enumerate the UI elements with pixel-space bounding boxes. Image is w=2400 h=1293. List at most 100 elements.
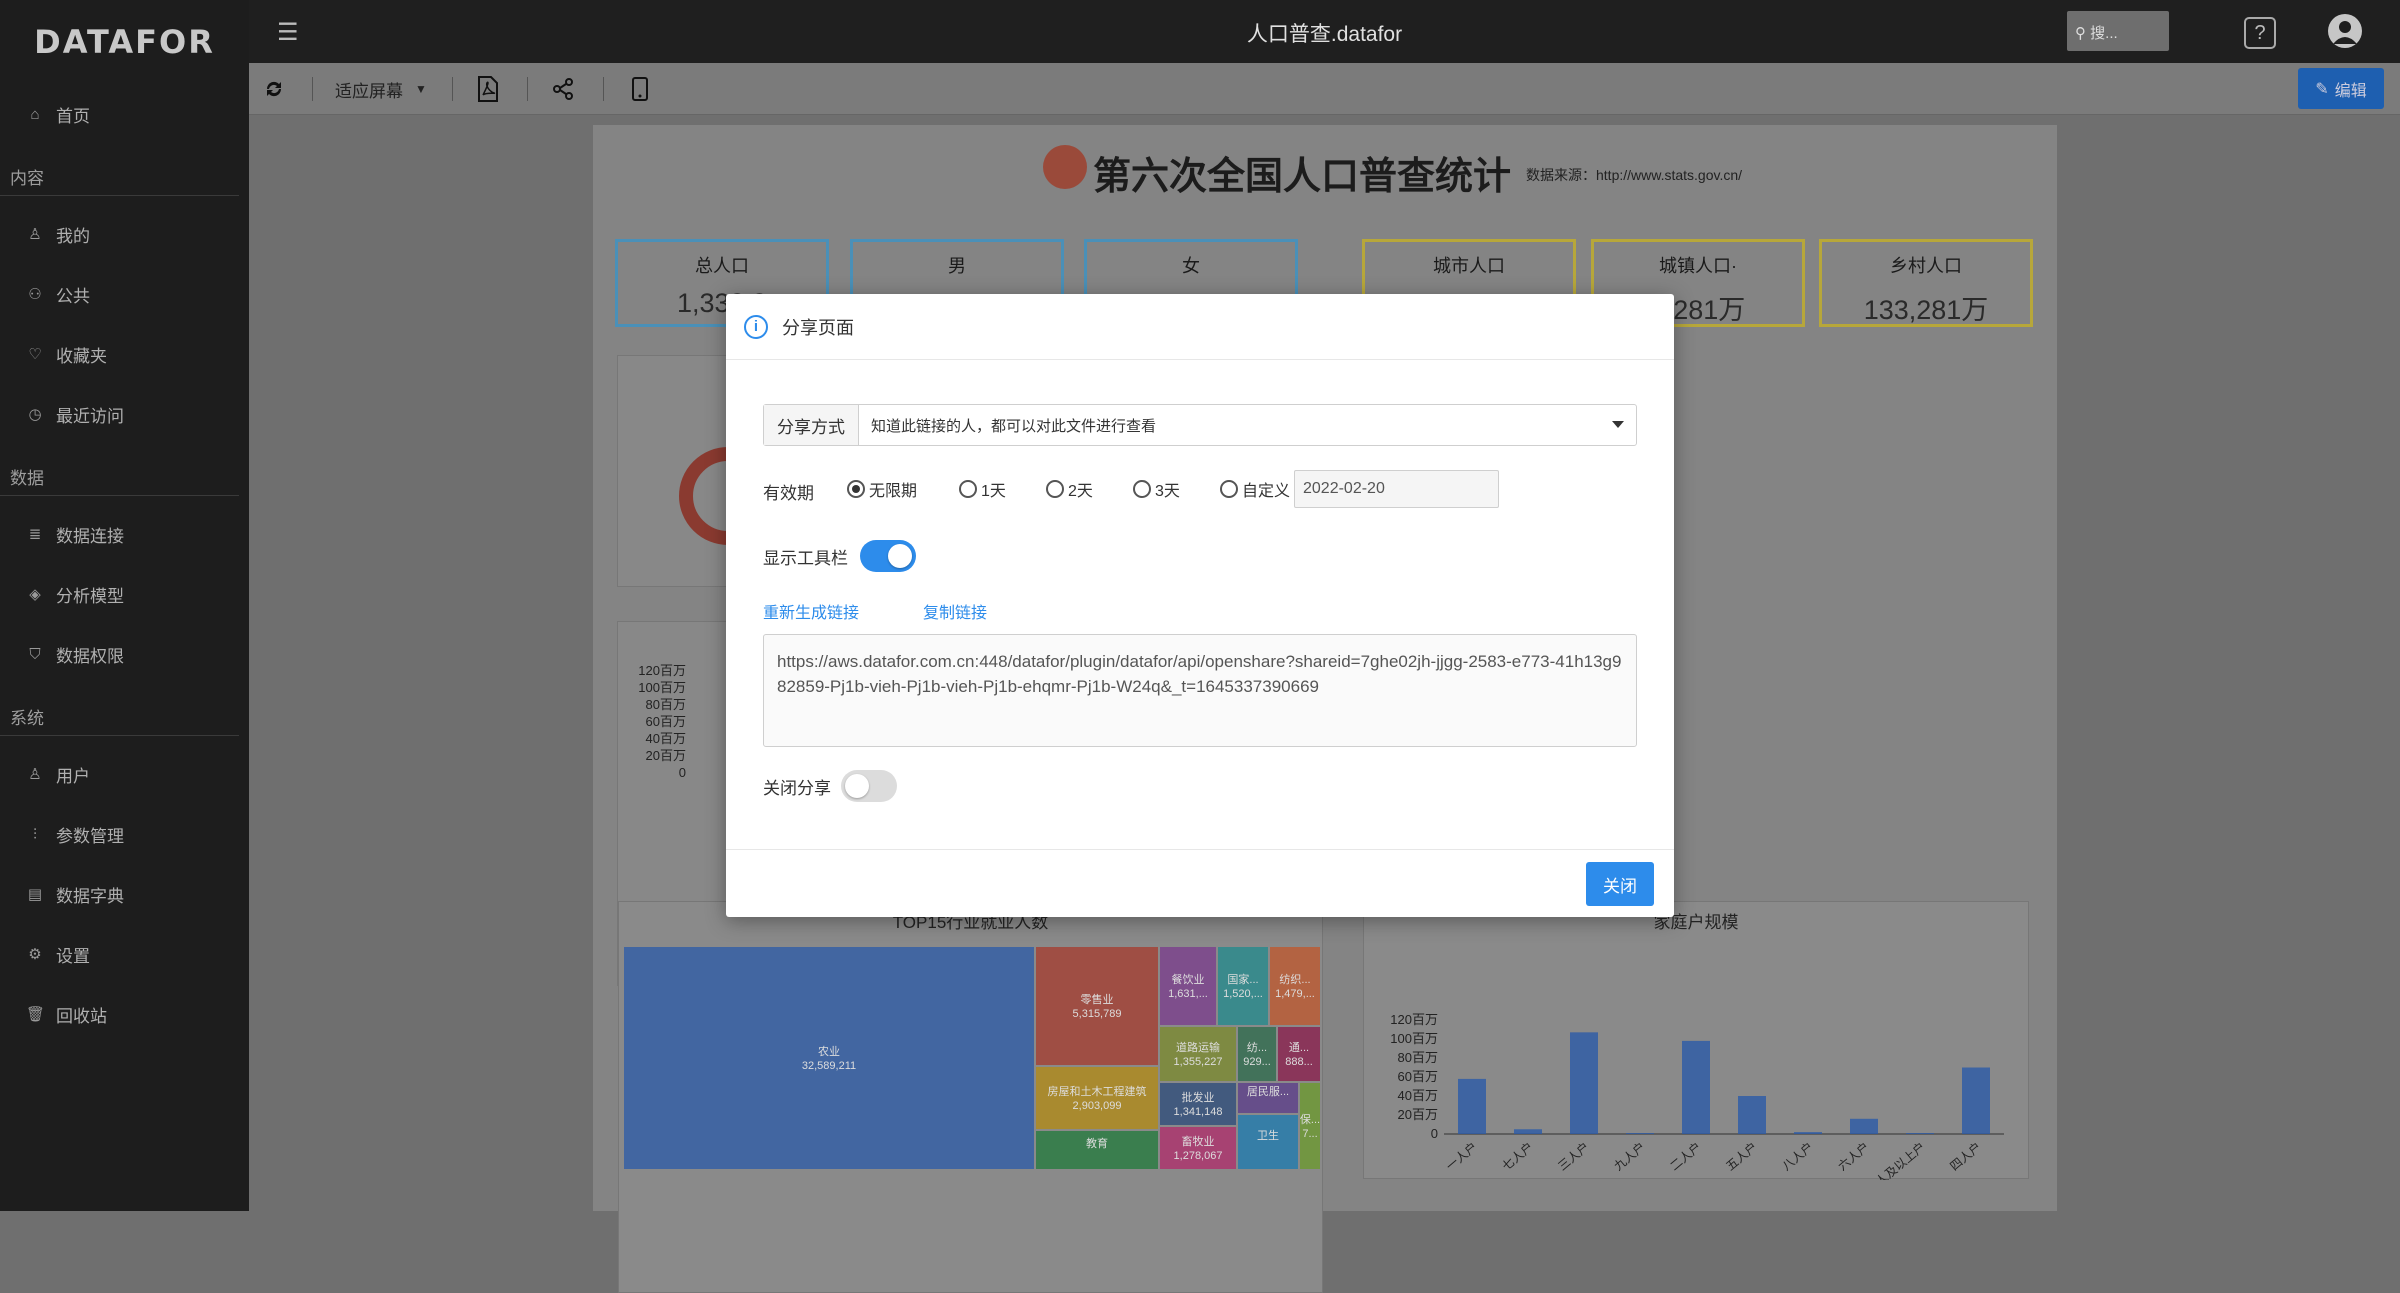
- sidebar-item[interactable]: ⚙ 设置: [0, 924, 249, 984]
- sidebar-item[interactable]: ▤ 数据字典: [0, 864, 249, 924]
- sidebar-item[interactable]: ♡ 收藏夹: [0, 324, 249, 384]
- household-bar[interactable]: [1514, 1129, 1542, 1134]
- x-tick-label: 四人户: [1947, 1139, 1984, 1174]
- sidebar-item[interactable]: ♙ 我的: [0, 204, 249, 264]
- y-tick-label: 20百万: [1398, 1107, 1438, 1122]
- sidebar-item[interactable]: ≣ 数据连接: [0, 504, 249, 564]
- axis-tick-label: 100百万: [638, 680, 686, 695]
- treemap-tile-value: 1,631,...: [1168, 988, 1208, 1000]
- share-mode-select[interactable]: 分享方式 知道此链接的人，都可以对此文件进行查看: [763, 404, 1637, 446]
- x-tick-label: 七人户: [1499, 1139, 1536, 1174]
- validity-option-radio[interactable]: 自定义: [1220, 477, 1290, 501]
- validity-option-radio[interactable]: 3天: [1133, 477, 1180, 501]
- sidebar-item[interactable]: ◷ 最近访问: [0, 384, 249, 444]
- sidebar-item-label: 参数管理: [56, 826, 124, 846]
- user-avatar-icon[interactable]: [2328, 14, 2362, 48]
- close-button[interactable]: 关闭: [1586, 862, 1654, 906]
- kpi-value: 133,281万: [1863, 295, 1989, 325]
- household-bar[interactable]: [1682, 1040, 1710, 1134]
- treemap-tile[interactable]: 零售业 5,315,789: [1036, 947, 1158, 1065]
- sidebar-item[interactable]: ⫶ 参数管理: [0, 804, 249, 864]
- share-url-field[interactable]: https://aws.datafor.com.cn:448/datafor/p…: [763, 634, 1637, 747]
- household-bar[interactable]: [1458, 1078, 1486, 1134]
- radio-icon: [1046, 480, 1064, 498]
- shield-icon: ⛉: [29, 645, 41, 663]
- sidebar-item-label: 数据字典: [56, 886, 124, 906]
- sidebar-item[interactable]: ◈ 分析模型: [0, 564, 249, 624]
- household-bar[interactable]: [1906, 1133, 1934, 1134]
- treemap-tile[interactable]: 房屋和土木工程建筑 2,903,099: [1036, 1067, 1158, 1129]
- gear-icon: ⚙: [28, 946, 42, 963]
- treemap-tile-label: 道路运输: [1176, 1040, 1220, 1054]
- axis-tick-label: 120百万: [638, 663, 686, 678]
- radio-icon: [1133, 480, 1151, 498]
- treemap-tile-value: 1,341,148: [1174, 1106, 1223, 1118]
- cube-icon: ◈: [29, 586, 41, 603]
- validity-option-radio[interactable]: 1天: [959, 477, 1006, 501]
- treemap-tile[interactable]: 农业 32,589,211: [624, 947, 1034, 1169]
- treemap-tile[interactable]: 纺... 929...: [1238, 1027, 1276, 1081]
- custom-date-input[interactable]: 2022-02-20: [1294, 470, 1499, 508]
- mobile-preview-icon[interactable]: [631, 63, 649, 115]
- treemap-tile[interactable]: 国家... 1,520,...: [1218, 947, 1268, 1025]
- treemap-tile[interactable]: 卫生: [1238, 1115, 1298, 1169]
- treemap-tile-label: 房屋和土木工程建筑: [1048, 1084, 1147, 1098]
- kpi-card: 乡村人口 133,281万: [1819, 239, 2033, 327]
- sidebar-item[interactable]: ⚇ 公共: [0, 264, 249, 324]
- share-icon[interactable]: [551, 63, 575, 115]
- dashboard-source: 数据来源：http://www.stats.gov.cn/: [1526, 167, 1743, 183]
- share-mode-value[interactable]: 知道此链接的人，都可以对此文件进行查看: [859, 405, 1636, 445]
- regenerate-link-button[interactable]: 重新生成链接: [763, 599, 859, 623]
- sidebar-item[interactable]: ♙ 用户: [0, 744, 249, 804]
- treemap-tile[interactable]: 畜牧业 1,278,067: [1160, 1127, 1236, 1169]
- show-toolbar-toggle[interactable]: [860, 540, 916, 572]
- app-logo[interactable]: DATAFOR: [0, 0, 249, 84]
- treemap-tile[interactable]: 批发业 1,341,148: [1160, 1083, 1236, 1125]
- y-tick-label: 40百万: [1398, 1088, 1438, 1103]
- pdf-export-icon[interactable]: [477, 63, 499, 115]
- treemap-tile-label: 卫生: [1257, 1128, 1279, 1142]
- dialog-header: i 分享页面: [726, 294, 1674, 360]
- validity-option-radio[interactable]: 无限期: [847, 477, 917, 501]
- household-bar[interactable]: [1570, 1032, 1598, 1134]
- refresh-icon[interactable]: [263, 63, 285, 115]
- y-tick-label: 80百万: [1398, 1050, 1438, 1065]
- treemap-tile-label: 畜牧业: [1182, 1134, 1215, 1148]
- radio-icon: [1220, 480, 1238, 498]
- fit-screen-dropdown[interactable]: 适应屏幕 ▼: [335, 63, 427, 115]
- sidebar-item[interactable]: ⌂ 首页: [0, 84, 249, 144]
- sidebar-item[interactable]: ⛉ 数据权限: [0, 624, 249, 684]
- treemap-tile[interactable]: 道路运输 1,355,227: [1160, 1027, 1236, 1081]
- treemap-tile[interactable]: 教育: [1036, 1131, 1158, 1169]
- kpi-label: 城镇人口·: [1659, 256, 1737, 276]
- search-input[interactable]: ⚲ 搜...: [2067, 11, 2169, 51]
- top-bar: ☰ 人口普查.datafor ⚲ 搜... ?: [249, 0, 2400, 63]
- treemap-tile[interactable]: 通... 888...: [1278, 1027, 1320, 1081]
- household-bar[interactable]: [1962, 1067, 1990, 1135]
- validity-option-radio[interactable]: 2天: [1046, 477, 1093, 501]
- help-icon[interactable]: ?: [2244, 17, 2276, 49]
- edit-button[interactable]: ✎ 编辑: [2298, 68, 2384, 109]
- household-bar[interactable]: [1850, 1118, 1878, 1134]
- radio-icon: [959, 480, 977, 498]
- treemap-tile-value: 888...: [1285, 1056, 1313, 1068]
- household-size-chart: 0 20百万 40百万 60百万 80百万 100百万 120百万一人户 七人户 三人户 九人户二…: [1390, 1012, 2004, 1180]
- sidebar-item-label: 回收站: [56, 1006, 107, 1026]
- treemap-tile-value: 5,315,789: [1073, 1008, 1122, 1020]
- sidebar-section-label: 系统: [0, 692, 239, 736]
- household-bar[interactable]: [1626, 1133, 1654, 1134]
- close-share-toggle[interactable]: [841, 770, 897, 802]
- report-toolbar: 适应屏幕 ▼ ✎ 编辑: [249, 63, 2400, 115]
- radio-icon: [847, 480, 865, 498]
- copy-link-button[interactable]: 复制链接: [923, 599, 987, 623]
- treemap-tile[interactable]: 纺织... 1,479,...: [1270, 947, 1320, 1025]
- treemap-tile[interactable]: 保... 7...: [1300, 1083, 1320, 1169]
- sidebar-item[interactable]: 🗑 回收站: [0, 984, 249, 1044]
- treemap-tile-value: 1,278,067: [1174, 1150, 1223, 1162]
- household-bar[interactable]: [1794, 1132, 1822, 1134]
- household-bar[interactable]: [1738, 1096, 1766, 1134]
- treemap-tile[interactable]: 餐饮业 1,631,...: [1160, 947, 1216, 1025]
- treemap-tile[interactable]: 居民服...: [1238, 1083, 1298, 1113]
- dashboard-title: 第六次全国人口普查统计: [1093, 156, 1512, 198]
- x-tick-label: 二人户: [1667, 1139, 1704, 1174]
